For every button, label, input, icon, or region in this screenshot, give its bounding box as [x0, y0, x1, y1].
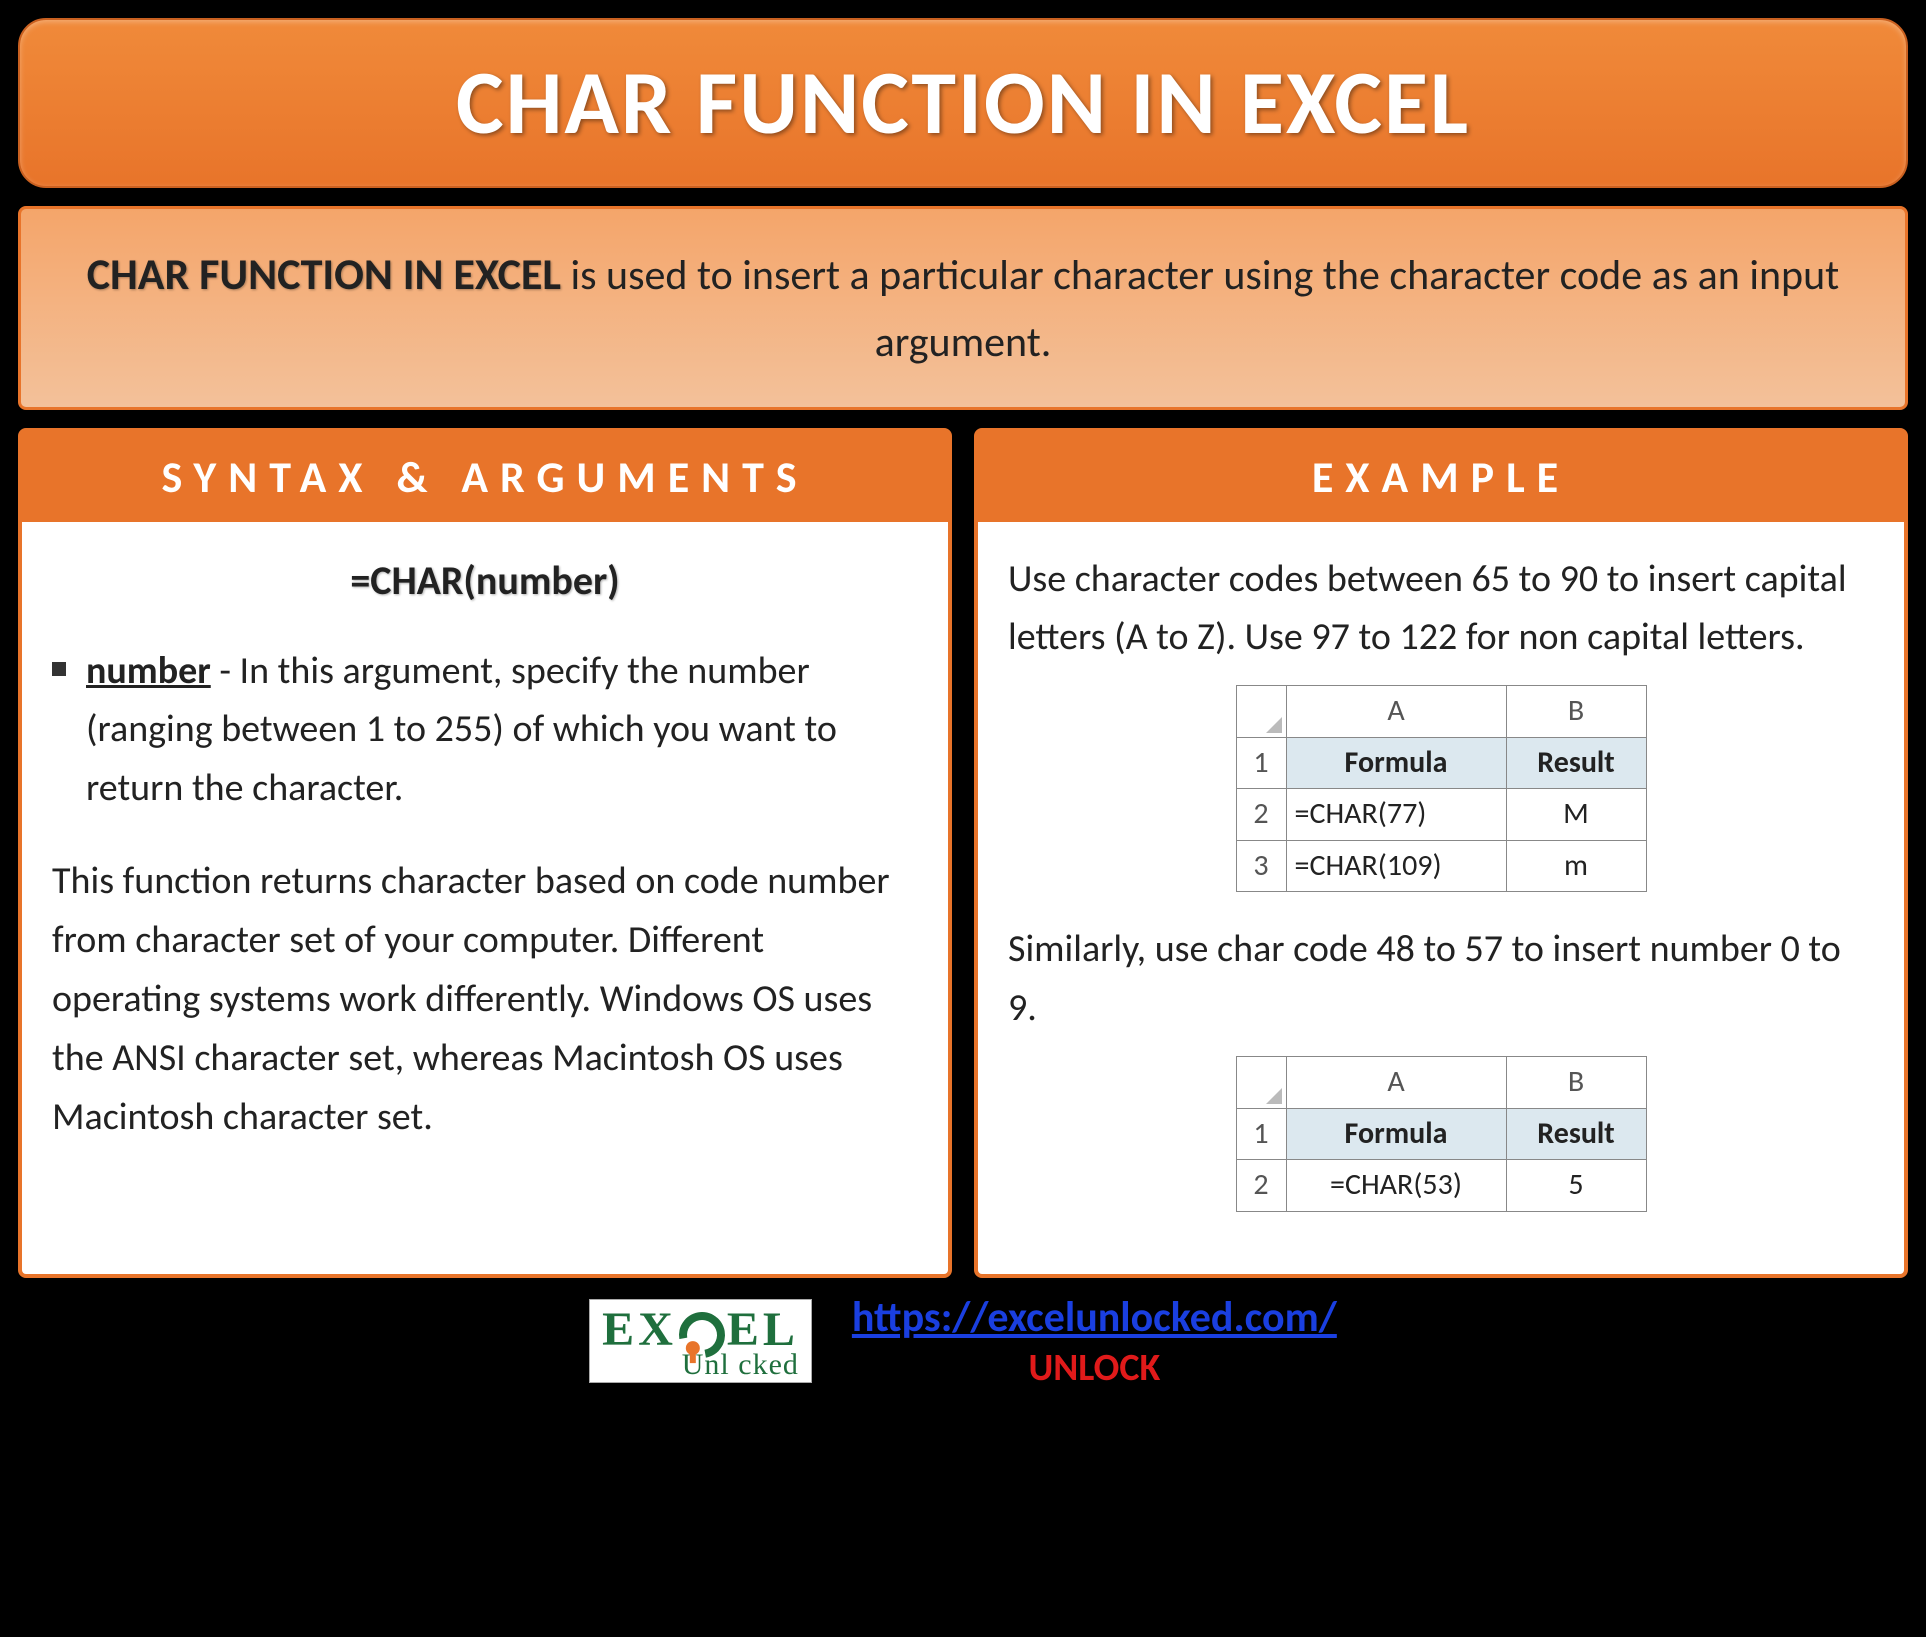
example-body: Use character codes between 65 to 90 to … [978, 522, 1904, 1274]
intro-box: CHAR FUNCTION IN EXCEL is used to insert… [18, 206, 1908, 410]
logo: EX EL Unl cked [589, 1299, 812, 1383]
table-row: Result [1506, 737, 1646, 789]
table-row: =CHAR(77) [1286, 789, 1506, 841]
row-num: 2 [1236, 1160, 1286, 1212]
syntax-body: =CHAR(number) number - In this argument,… [22, 522, 948, 1181]
table-row: m [1506, 840, 1646, 892]
table-corner [1236, 1057, 1286, 1109]
col-header-b: B [1506, 1057, 1646, 1109]
logo-text-1: EX [602, 1306, 677, 1354]
footer: EX EL Unl cked https://excelunlocked.com… [18, 1292, 1908, 1391]
footer-url-link[interactable]: https://excelunlocked.com/ [852, 1292, 1337, 1343]
row-num: 1 [1236, 1108, 1286, 1160]
table-corner [1236, 686, 1286, 738]
example-table-2: A B 1 Formula Result 2 =CHAR(53) 5 [1236, 1056, 1647, 1212]
columns-wrap: SYNTAX & ARGUMENTS =CHAR(number) number … [18, 428, 1908, 1278]
logo-top: EX EL [602, 1306, 799, 1354]
syntax-paragraph: This function returns character based on… [52, 852, 918, 1146]
footer-unlock: UNLOCK [852, 1345, 1337, 1391]
table-row: Result [1506, 1108, 1646, 1160]
argument-row: number - In this argument, specify the n… [52, 642, 918, 819]
example-column: EXAMPLE Use character codes between 65 t… [974, 428, 1908, 1278]
footer-text: https://excelunlocked.com/ UNLOCK [852, 1292, 1337, 1391]
table-row: =CHAR(53) [1286, 1160, 1506, 1212]
col-header-a: A [1286, 1057, 1506, 1109]
example-para-1: Use character codes between 65 to 90 to … [1008, 550, 1874, 668]
table-row: M [1506, 789, 1646, 841]
table-row: Formula [1286, 1108, 1506, 1160]
bullet-icon [52, 662, 66, 676]
example-para-2: Similarly, use char code 48 to 57 to ins… [1008, 920, 1874, 1038]
table-row: 5 [1506, 1160, 1646, 1212]
row-num: 2 [1236, 789, 1286, 841]
intro-bold: CHAR FUNCTION IN EXCEL [87, 247, 561, 301]
row-num: 1 [1236, 737, 1286, 789]
syntax-header: SYNTAX & ARGUMENTS [22, 432, 948, 522]
keyhole-icon [686, 1341, 700, 1355]
syntax-column: SYNTAX & ARGUMENTS =CHAR(number) number … [18, 428, 952, 1278]
col-header-b: B [1506, 686, 1646, 738]
intro-text: is used to insert a particular character… [561, 250, 1839, 368]
syntax-formula: =CHAR(number) [52, 550, 918, 612]
example-table-1: A B 1 Formula Result 2 =CHAR(77) M 3 =CH… [1236, 685, 1647, 892]
main-title-bar: CHAR FUNCTION IN EXCEL [18, 18, 1908, 188]
example-header: EXAMPLE [978, 432, 1904, 522]
logo-text-2: EL [727, 1306, 799, 1354]
col-header-a: A [1286, 686, 1506, 738]
main-title: CHAR FUNCTION IN EXCEL [60, 48, 1866, 158]
table-row: Formula [1286, 737, 1506, 789]
argument-text: number - In this argument, specify the n… [86, 642, 918, 819]
row-num: 3 [1236, 840, 1286, 892]
argument-name: number [86, 648, 211, 694]
table-row: =CHAR(109) [1286, 840, 1506, 892]
